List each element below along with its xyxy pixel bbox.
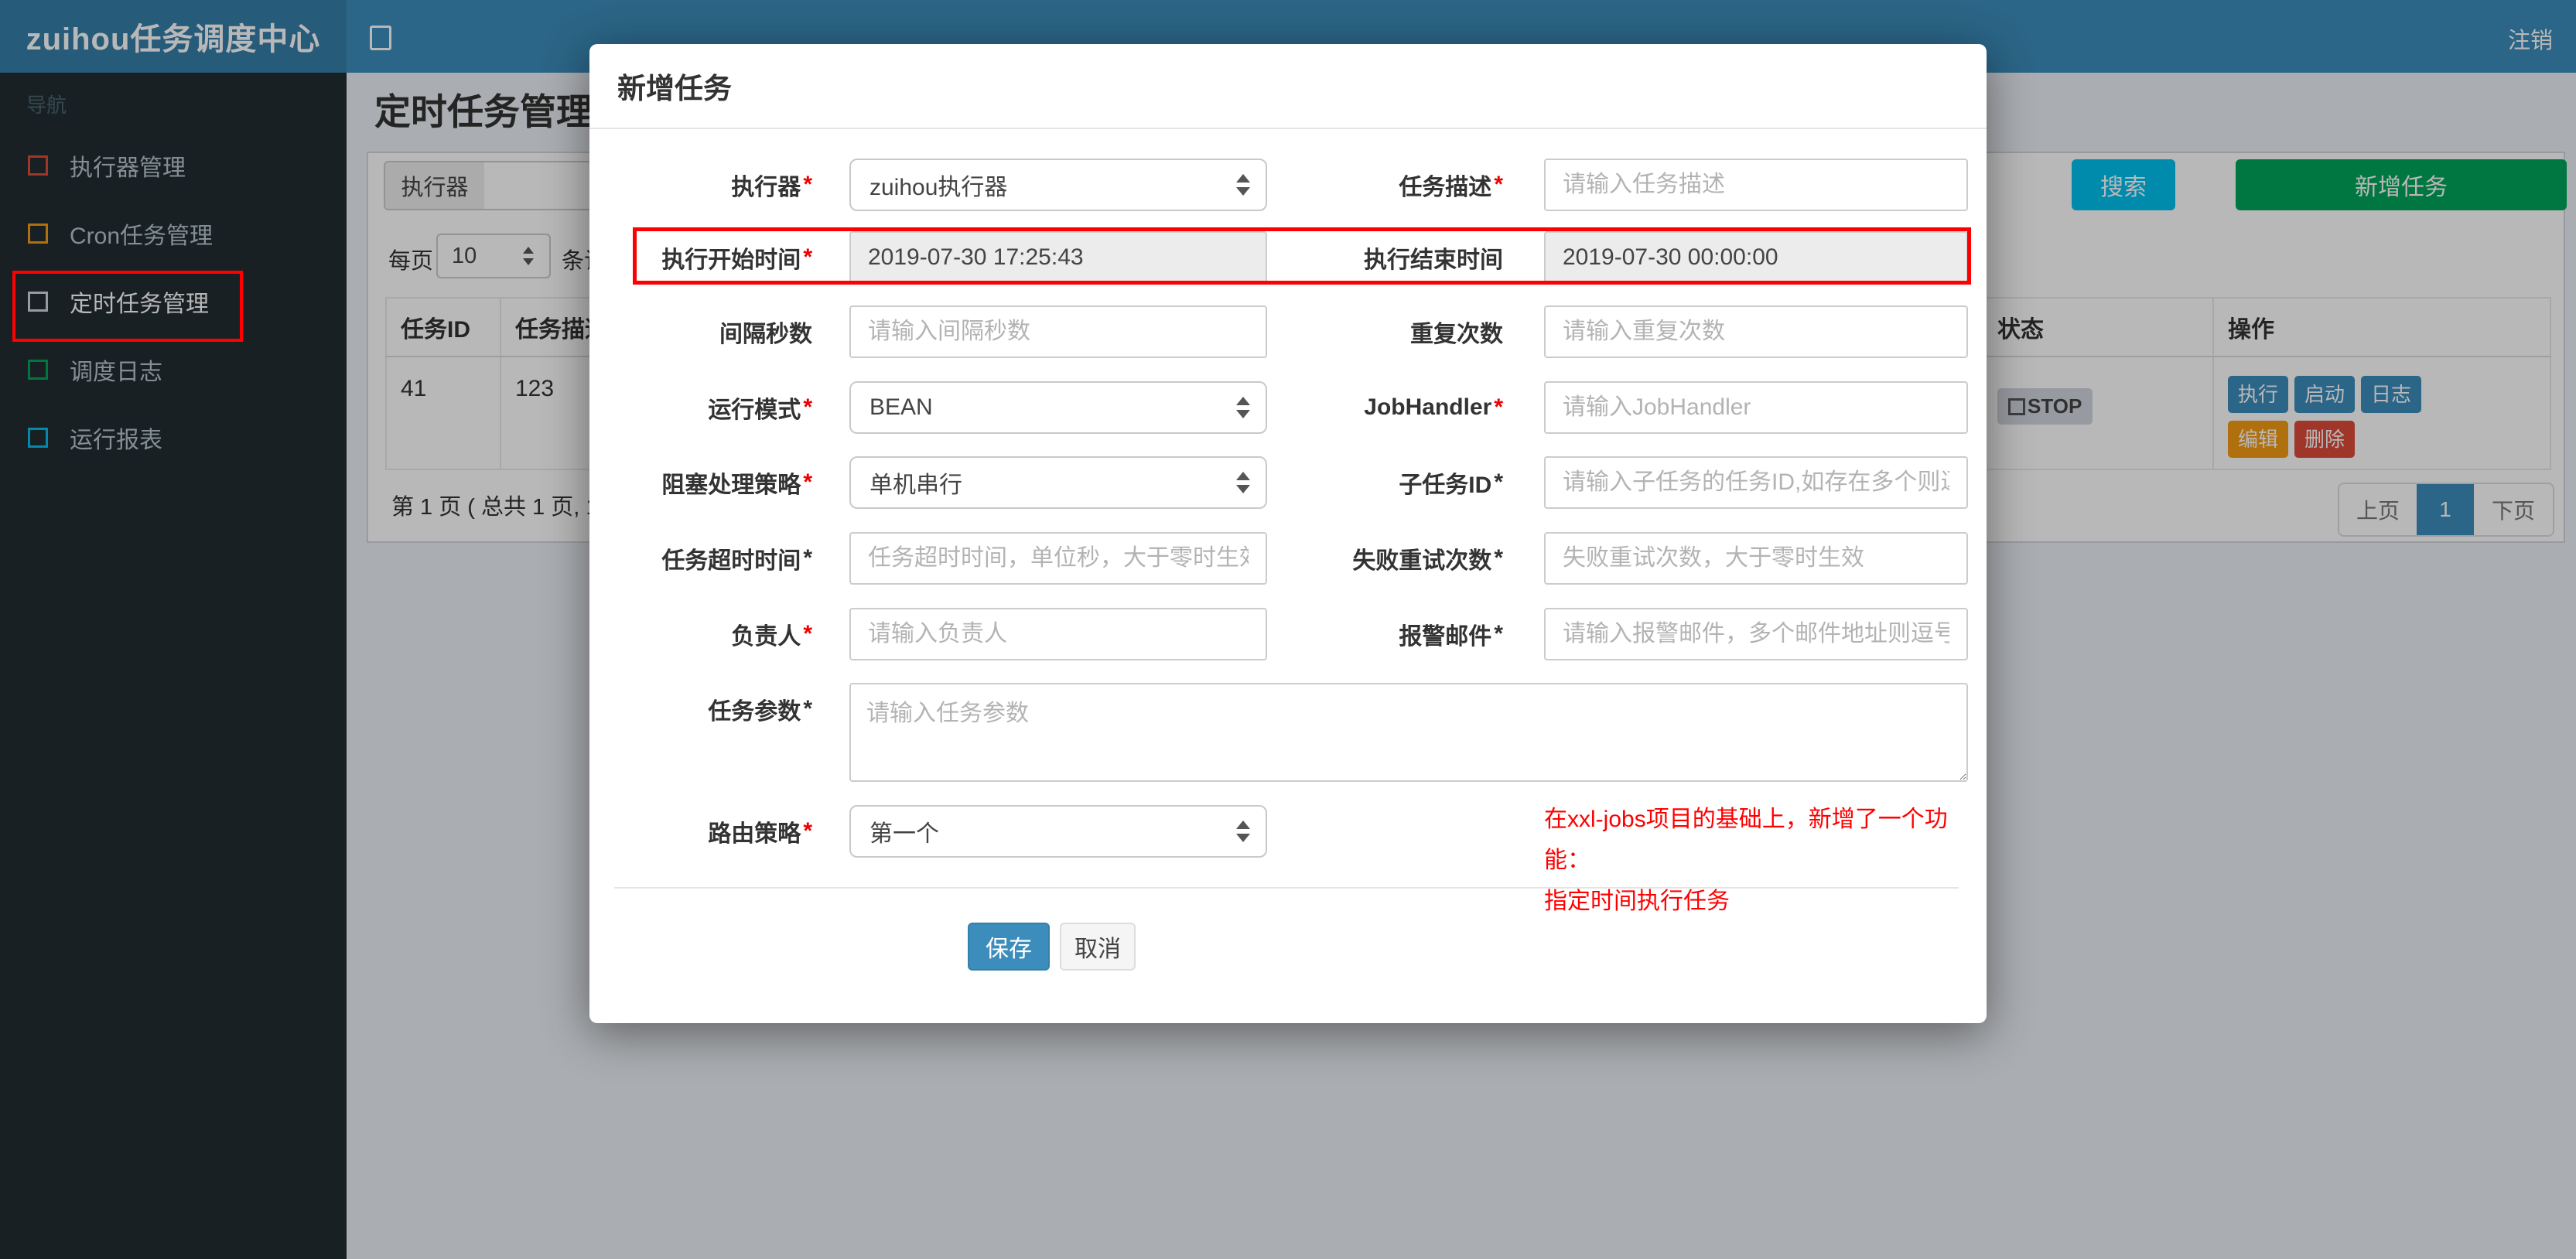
job-desc-label: 任务描述 * [1399, 172, 1503, 200]
block-strategy-select[interactable]: 单机串行 [849, 456, 1267, 509]
jobhandler-label: JobHandler * [1364, 394, 1503, 420]
modal-header: 新增任务 [589, 44, 1987, 129]
route-strategy-label: 路由策略 * [708, 818, 812, 847]
caret-updown-icon [1236, 472, 1250, 493]
alarm-email-label: 报警邮件 * [1399, 621, 1503, 650]
repeat-count-label: 重复次数 [1410, 322, 1503, 347]
fail-retry-label: 失败重试次数 * [1352, 545, 1503, 574]
child-job-id-input[interactable] [1544, 456, 1968, 509]
fail-retry-input[interactable] [1544, 532, 1968, 585]
interval-label: 间隔秒数 [719, 322, 812, 347]
interval-seconds-input[interactable] [849, 305, 1267, 358]
cancel-button[interactable]: 取消 [1060, 923, 1136, 971]
run-mode-select[interactable]: BEAN [849, 381, 1267, 434]
caret-updown-icon [1236, 821, 1250, 842]
executor-label: 执行器 * [731, 172, 812, 200]
feature-note-text: 在xxl-jobs项目的基础上，新增了一个功能： 指定时间执行任务 [1544, 807, 1948, 914]
jobhandler-input[interactable] [1544, 381, 1968, 434]
timeout-label: 任务超时时间 * [661, 545, 812, 574]
job-params-label: 任务参数 * [708, 696, 812, 725]
add-job-modal: 新增任务 执行器* zuihou执行器 任务描述* 执行开始时间* 执行结束时间… [589, 44, 1987, 1023]
block-strategy-label: 阻塞处理策略 * [661, 469, 812, 498]
alarm-email-input[interactable] [1544, 608, 1968, 660]
owner-input[interactable] [849, 608, 1267, 660]
owner-label: 负责人 * [731, 621, 812, 650]
route-strategy-select[interactable]: 第一个 [849, 805, 1267, 858]
modal-footer-divider [614, 887, 1959, 889]
modal-title: 新增任务 [617, 73, 732, 104]
caret-updown-icon [1236, 174, 1250, 196]
timeout-input[interactable] [849, 532, 1267, 585]
caret-updown-icon [1236, 397, 1250, 418]
job-desc-input[interactable] [1544, 159, 1968, 211]
executor-select[interactable]: zuihou执行器 [849, 159, 1267, 211]
job-params-textarea[interactable] [849, 683, 1968, 782]
run-mode-label: 运行模式 * [708, 394, 812, 423]
repeat-count-input[interactable] [1544, 305, 1968, 358]
annotation-box-sidebar-item [12, 271, 243, 342]
annotation-box-time-row [633, 227, 1971, 285]
save-button[interactable]: 保存 [968, 923, 1050, 971]
child-job-id-label: 子任务ID * [1399, 469, 1503, 498]
